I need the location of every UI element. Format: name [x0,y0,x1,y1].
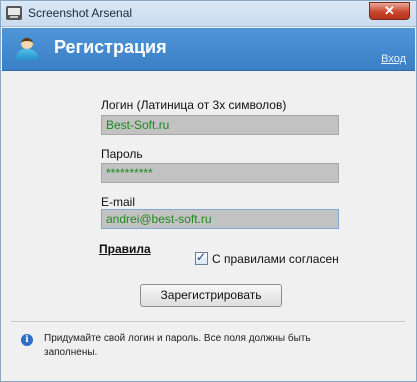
user-icon [15,36,39,62]
page-title: Регистрация [54,37,167,57]
divider [11,321,405,322]
email-field[interactable]: andrei@best-soft.ru [101,209,339,229]
login-link[interactable]: Вход [381,53,406,65]
window-title: Screenshot Arsenal [28,6,133,20]
header-banner: Регистрация Вход [2,28,415,71]
info-message: Придумайте свой логин и пароль. Все поля… [44,333,311,358]
email-label: E-mail [101,195,136,209]
close-button[interactable]: ✕ [369,2,410,20]
rules-link[interactable]: Правила [99,242,151,256]
registration-window: Screenshot Arsenal ✕ Регистрация Вход Ло… [0,0,417,382]
checkmark-icon: ✓ [196,250,207,264]
title-bar[interactable]: Screenshot Arsenal ✕ [1,1,416,27]
password-field[interactable]: ********** [101,163,339,183]
agree-label[interactable]: С правилами согласен [212,252,339,266]
register-button[interactable]: Зарегистрировать [140,284,282,307]
password-label: Пароль [101,147,143,161]
app-icon [6,6,22,20]
agree-checkbox[interactable]: ✓ [195,250,208,265]
login-field[interactable]: Best-Soft.ru [101,115,339,135]
login-label: Логин (Латиница от 3х символов) [101,98,287,112]
info-icon: i [21,334,33,346]
